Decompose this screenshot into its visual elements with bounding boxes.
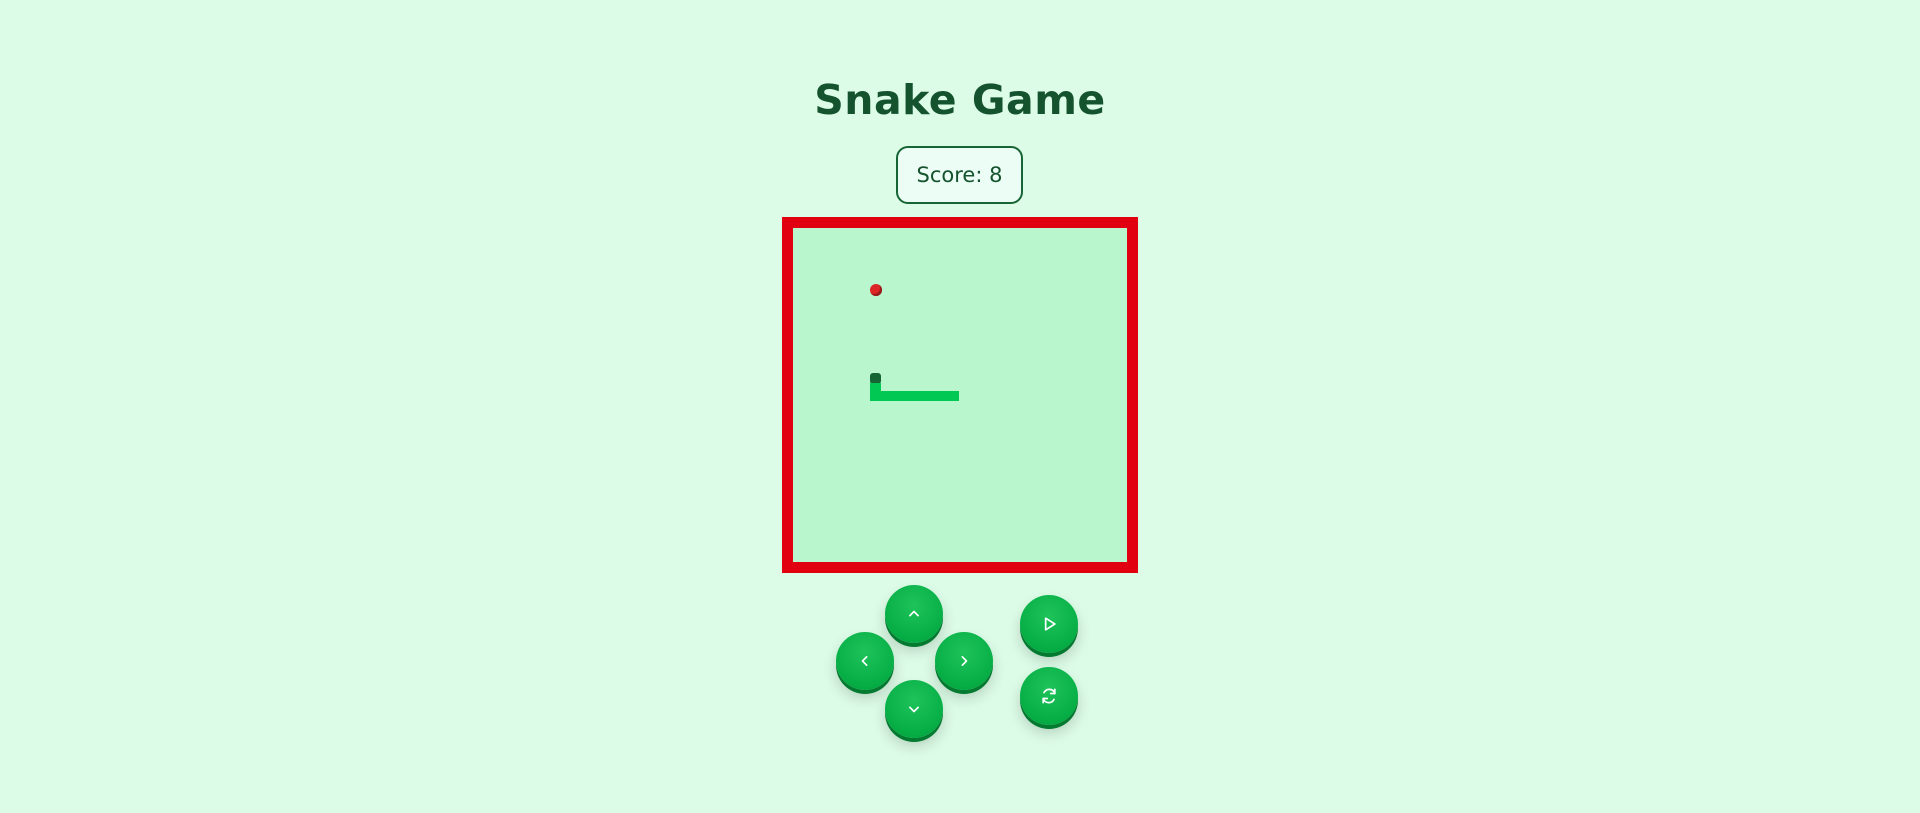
move-left-button[interactable]	[836, 632, 894, 690]
move-right-button[interactable]	[935, 632, 993, 690]
game-board	[782, 217, 1138, 573]
chevron-up-icon	[909, 610, 919, 617]
restart-button[interactable]	[1020, 667, 1078, 725]
score-display: Score: 8	[896, 146, 1023, 204]
play-icon	[1044, 617, 1056, 631]
play-button[interactable]	[1020, 595, 1078, 653]
chevron-down-icon	[909, 706, 919, 713]
restart-icon	[1042, 688, 1056, 704]
chevron-right-icon	[961, 656, 968, 666]
snake-body-segment	[870, 383, 881, 391]
move-up-button[interactable]	[885, 585, 943, 643]
food-item	[870, 284, 882, 296]
chevron-left-icon	[861, 656, 868, 666]
snake-body-segment	[870, 391, 959, 401]
page-title: Snake Game	[814, 76, 1106, 124]
game-app: Snake Game Score: 8	[0, 0, 1920, 813]
move-down-button[interactable]	[885, 680, 943, 738]
